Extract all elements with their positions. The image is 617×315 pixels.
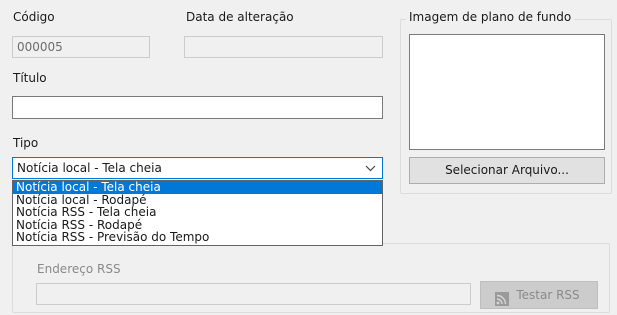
tipo-dropdown-list: Notícia local - Tela cheia Notícia local… [12,180,383,246]
rss-icon [495,289,509,315]
tipo-option[interactable]: Notícia RSS - Previsão do Tempo [13,231,382,244]
select-file-button[interactable]: Selecionar Arquivo... [409,157,605,184]
data-alteracao-label: Data de alteração [186,10,294,24]
codigo-field[interactable]: 000005 [12,36,150,58]
endereco-rss-field[interactable] [36,283,471,305]
tipo-option[interactable]: Notícia RSS - Tela cheia [13,206,382,219]
test-rss-label: Testar RSS [516,288,580,302]
background-image-group-title: Imagem de plano de fundo [406,10,575,24]
titulo-label: Título [13,71,47,85]
endereco-rss-label: Endereço RSS [37,262,121,276]
titulo-field[interactable] [12,96,383,119]
background-image-preview [409,34,605,150]
tipo-selected-value: Notícia local - Tela cheia [17,161,162,175]
data-alteracao-field[interactable] [184,36,383,58]
test-rss-button[interactable]: Testar RSS [480,281,598,309]
tipo-label: Tipo [13,136,39,150]
tipo-select[interactable]: Notícia local - Tela cheia [12,157,383,179]
codigo-label: Código [13,10,55,24]
tipo-option[interactable]: Notícia local - Tela cheia [13,181,382,194]
